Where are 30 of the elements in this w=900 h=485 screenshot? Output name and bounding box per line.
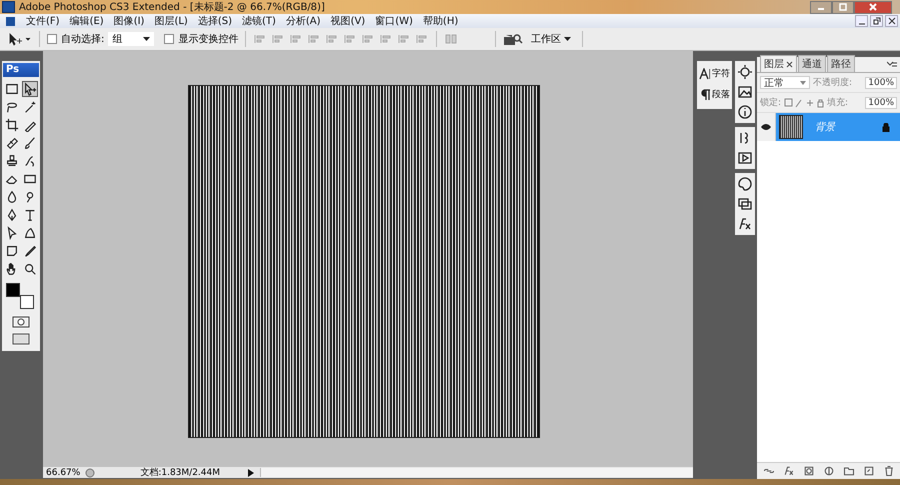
menu-item[interactable]: 选择(S) <box>192 14 237 28</box>
show-transform-label: 显示变换控件 <box>178 32 238 46</box>
opacity-field[interactable]: 100% <box>865 76 897 88</box>
paragraph-label[interactable]: 段落 <box>712 88 730 101</box>
menu-item[interactable]: 文件(F) <box>21 14 65 28</box>
menu-item[interactable]: 滤镜(T) <box>236 14 281 28</box>
menu-item[interactable]: 窗口(W) <box>370 14 418 28</box>
fill-label: 填充: <box>827 96 848 109</box>
opacity-label: 不透明度: <box>813 76 852 89</box>
workspace-button[interactable]: 工作区 <box>527 32 575 46</box>
target-dropdown[interactable]: 组 <box>108 32 154 46</box>
menu-item[interactable]: 帮助(H) <box>418 14 464 28</box>
menu-item[interactable]: 图像(I) <box>108 14 150 28</box>
zoom-level[interactable]: 66.67% <box>46 468 80 478</box>
panel-tab[interactable]: 图层 <box>760 55 797 72</box>
panel-tab[interactable]: 路径 <box>827 55 855 72</box>
blend-mode-dropdown[interactable]: 正常 <box>760 76 810 89</box>
toolbox-logo: Ps <box>3 63 39 77</box>
layer-name: 背景 <box>815 120 835 134</box>
menu-item[interactable]: 分析(A) <box>280 14 326 28</box>
lock-label: 锁定: <box>760 96 782 109</box>
auto-select-label: 自动选择: <box>61 32 104 46</box>
window-title: Adobe Photoshop CS3 Extended - [未标题-2 @ 66.7%(RGB/8)] <box>19 0 325 14</box>
menu-item[interactable]: 视图(V) <box>326 14 370 28</box>
document-info: 文档:1.83M/2.44M <box>139 466 222 479</box>
menu-item[interactable]: 图层(L) <box>149 14 193 28</box>
character-label[interactable]: 字符 <box>712 67 730 80</box>
menu-item[interactable]: 编辑(E) <box>64 14 109 28</box>
fill-field[interactable]: 100% <box>865 96 897 108</box>
panel-tab[interactable]: 通道 <box>798 55 826 72</box>
